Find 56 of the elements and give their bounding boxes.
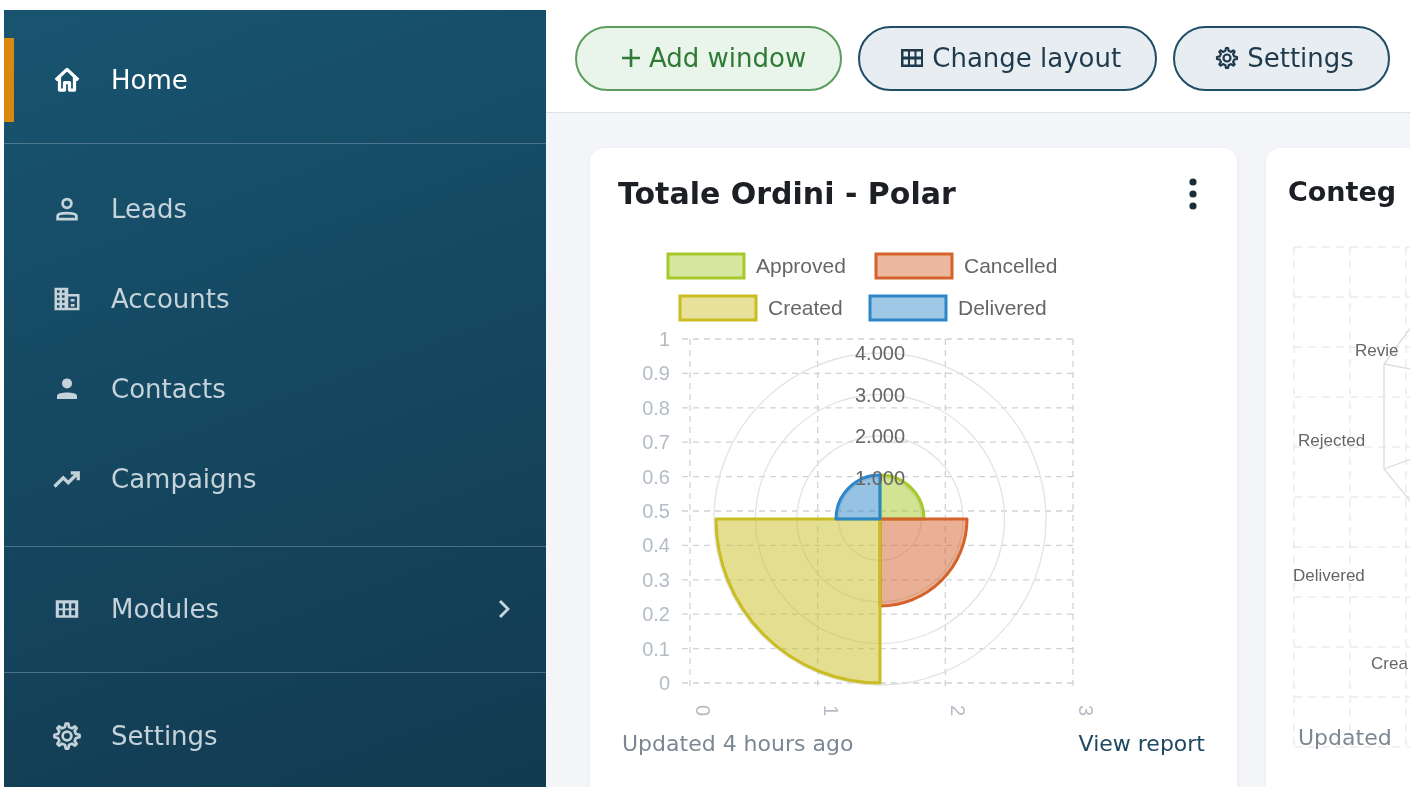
settings-icon [1215, 46, 1240, 70]
sidebar-item[interactable]: Modules [4, 564, 546, 654]
legend-label: Created [768, 296, 843, 319]
settings-button[interactable]: Settings [1173, 25, 1390, 91]
axis-tick-label: 3 [1075, 705, 1097, 717]
axis-tick-label: 0.3 [642, 568, 670, 591]
sidebar-item-label: Contacts [111, 374, 226, 404]
axis-tick-label: 2 [947, 705, 970, 717]
view-report-link[interactable]: View report [1078, 731, 1205, 756]
sidebar-item[interactable]: Campaigns [4, 434, 546, 524]
legend-label: Delivered [958, 296, 1047, 319]
sidebar-item[interactable]: Contacts [4, 344, 546, 434]
axis-tick-label: 0 [692, 705, 714, 717]
sidebar-item[interactable]: Leads [4, 164, 546, 254]
ring-tick-label: 3.000 [854, 383, 906, 406]
home-icon [52, 65, 82, 95]
sidebar-item[interactable]: Settings [4, 691, 546, 781]
ring-tick-label: 1.000 [854, 466, 906, 489]
radar-axis-label: Delivered [1293, 566, 1365, 585]
axis-tick-label: 1 [658, 328, 670, 350]
more-options-icon[interactable] [1189, 177, 1197, 210]
axis-tick-label: 0.4 [642, 534, 670, 557]
radar-axis-label: Crea [1371, 654, 1408, 673]
card-title: Conteg [1288, 176, 1397, 207]
plus-icon [621, 48, 641, 68]
axis-tick-label: 0 [658, 672, 670, 694]
add-window-button[interactable]: Add window [575, 25, 843, 91]
axis-tick-label: 1 [819, 705, 842, 717]
sidebar-item-label: Modules [111, 594, 220, 624]
updated-text: Updated [1298, 725, 1392, 750]
axis-tick-label: 0.5 [642, 500, 670, 522]
radar-axis-label: Revie [1355, 341, 1399, 360]
chevron-right-icon [498, 599, 510, 619]
legend-label: Cancelled [964, 254, 1058, 277]
sidebar-item[interactable]: Accounts [4, 254, 546, 344]
axis-tick-label: 0.1 [642, 637, 670, 660]
grid-icon [900, 48, 925, 68]
card-title: Totale Ordini - Polar [618, 176, 956, 211]
axis-tick-label: 0.7 [642, 431, 670, 454]
ring-tick-label: 4.000 [854, 342, 906, 364]
sidebar-item-label: Accounts [111, 284, 230, 314]
axis-tick-label: 0.8 [642, 396, 670, 419]
axis-tick-label: 0.6 [642, 465, 670, 488]
sidebar-item-label: Settings [111, 721, 218, 751]
ring-tick-label: 2.000 [854, 425, 906, 447]
axis-tick-label: 0.9 [642, 362, 670, 385]
sidebar-item-label: Leads [111, 194, 187, 224]
axis-tick-label: 0.2 [642, 603, 670, 626]
legend-label: Approved [756, 254, 846, 277]
settings-icon [52, 721, 82, 751]
sidebar-item-label: Campaigns [111, 464, 257, 494]
radar-axis-label: Rejected [1298, 431, 1366, 450]
sidebar-item[interactable]: Home [4, 38, 546, 122]
sidebar-item-label: Home [111, 65, 188, 95]
change-layout-button[interactable]: Change layout [858, 25, 1158, 91]
updated-text: Updated 4 hours ago [622, 731, 854, 756]
